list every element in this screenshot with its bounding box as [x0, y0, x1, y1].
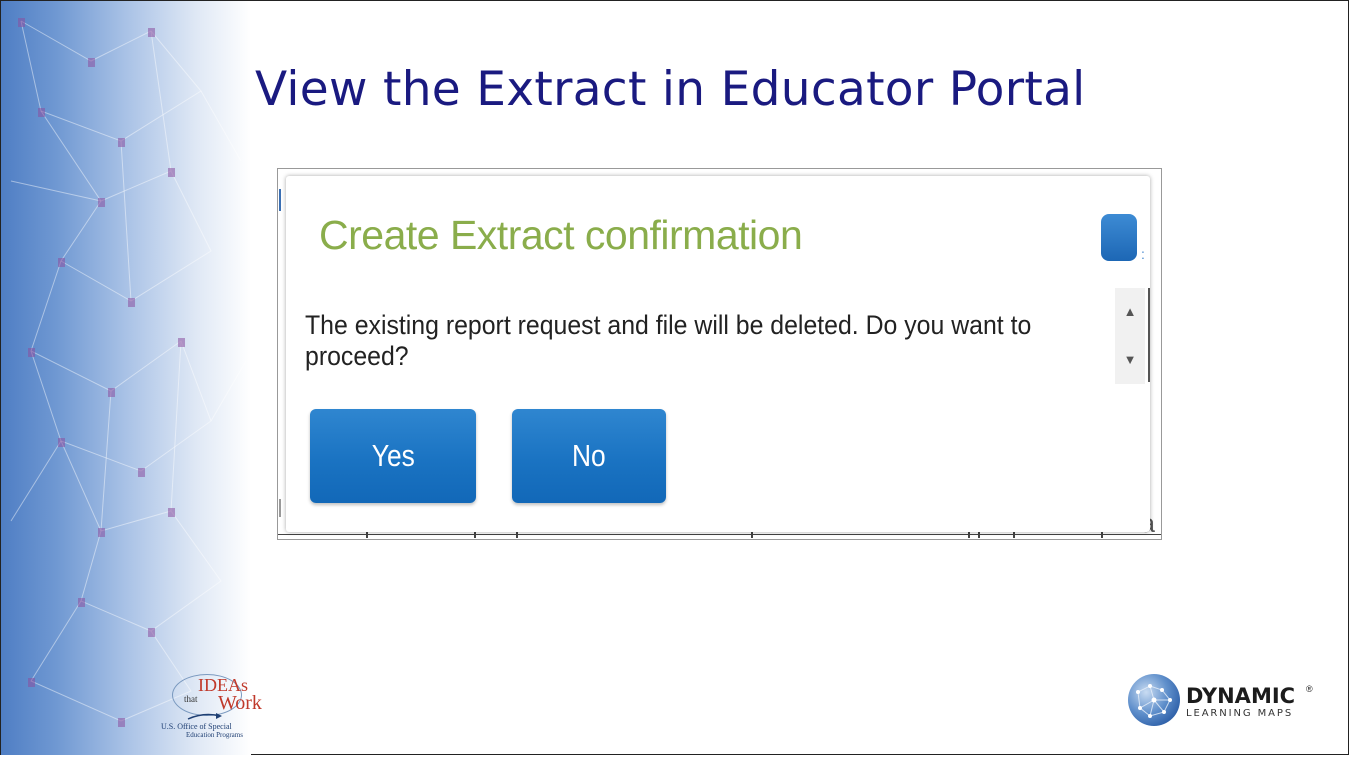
- ideas-logo-arrow-icon: [187, 713, 222, 720]
- ideas-logo-subtitle: Education Programs: [186, 731, 243, 739]
- dlm-logo-registered: ®: [1306, 684, 1313, 694]
- background-table-tick: [474, 531, 476, 538]
- dlm-logo-subtitle: LEARNING MAPS: [1186, 708, 1294, 719]
- no-button-label: No: [572, 438, 606, 473]
- scroll-up-arrow-icon[interactable]: ▲: [1115, 304, 1145, 319]
- ideas-logo-subtitle: U.S. Office of Special: [161, 722, 232, 731]
- yes-button[interactable]: Yes: [310, 409, 476, 503]
- dialog-message: The existing report request and file wil…: [305, 310, 1032, 371]
- background-table-tick: [1101, 531, 1103, 538]
- close-icon-edge: :: [1141, 246, 1145, 262]
- background-table-tick: [968, 531, 970, 538]
- no-button[interactable]: No: [512, 409, 666, 503]
- network-graphic: [1, 1, 251, 755]
- dlm-logo-name: DYNAMIC: [1186, 684, 1296, 708]
- slide-title: View the Extract in Educator Portal: [255, 62, 1086, 117]
- scroll-down-arrow-icon[interactable]: ▼: [1115, 352, 1145, 367]
- scrollbar-edge: [1148, 288, 1150, 382]
- dynamic-learning-maps-logo: DYNAMIC ® LEARNING MAPS: [1128, 672, 1318, 732]
- background-table-tick: [1013, 531, 1015, 538]
- background-edge-mark: [279, 189, 281, 211]
- background-table-line: [278, 534, 1161, 535]
- background-table-tick: [978, 531, 980, 538]
- message-scrollbar[interactable]: ▲ ▼: [1115, 288, 1145, 384]
- background-table-tick: [366, 531, 368, 538]
- globe-icon: [1128, 674, 1180, 726]
- ideas-that-work-logo: IDEAs that Work U.S. Office of Special E…: [160, 672, 280, 747]
- confirmation-dialog: Create Extract confirmation : The existi…: [286, 176, 1150, 532]
- background-table-tick: [751, 531, 753, 538]
- dialog-title: Create Extract confirmation: [319, 212, 803, 258]
- ideas-logo-that: that: [184, 694, 198, 704]
- yes-button-label: Yes: [371, 438, 415, 473]
- background-table-tick: [516, 531, 518, 538]
- close-icon[interactable]: [1101, 214, 1137, 261]
- background-edge-mark: [279, 499, 281, 517]
